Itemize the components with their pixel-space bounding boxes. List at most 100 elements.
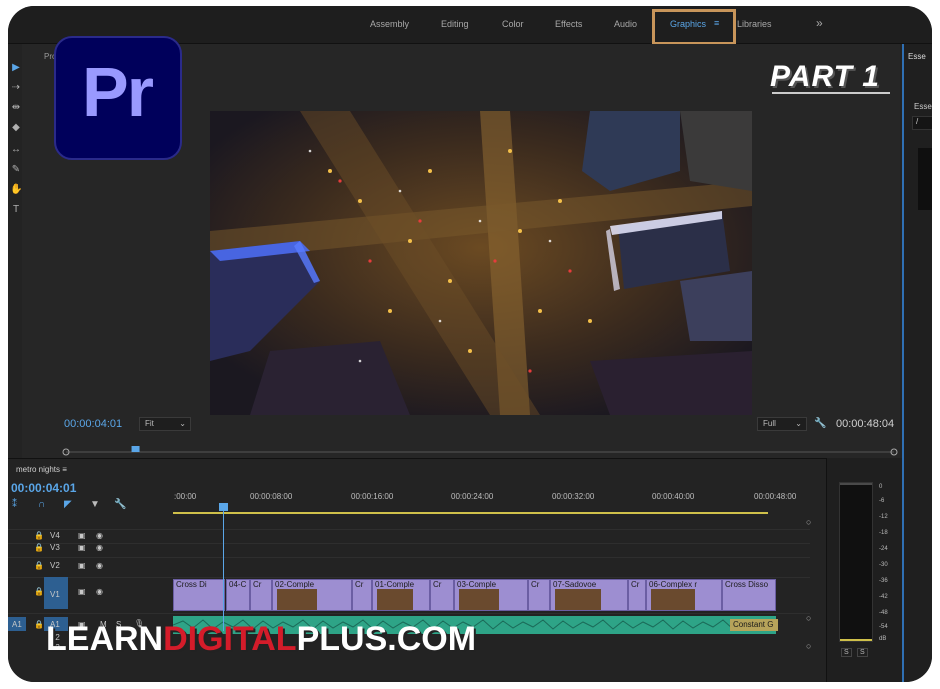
- linked-selection-icon[interactable]: ∩: [38, 499, 45, 510]
- premiere-pro-logo: Pr: [54, 36, 182, 160]
- film-icon[interactable]: ▣: [78, 543, 86, 552]
- track-label-v1[interactable]: V1: [50, 590, 60, 599]
- lock-icon[interactable]: 🔒: [34, 531, 44, 540]
- video-clip[interactable]: 04-C: [226, 579, 250, 611]
- meter-scale-label: -42: [879, 594, 888, 600]
- meter-solo-button[interactable]: S: [857, 648, 868, 657]
- track-label-v2[interactable]: V2: [50, 561, 60, 570]
- video-clip[interactable]: 06-Complex r: [646, 579, 722, 611]
- sequence-name: metro nights: [16, 465, 61, 474]
- audio-meters: 0 -6 -12 -18 -24 -30 -36 -42 -48 -54 dB …: [826, 458, 902, 682]
- source-patch-label[interactable]: A1: [12, 620, 22, 629]
- eye-icon[interactable]: ◉: [96, 561, 103, 570]
- track-select-tool-icon[interactable]: ⇢: [10, 82, 22, 94]
- ruler-tick-label: 00:00:08:00: [250, 492, 293, 501]
- workspace-tab-audio[interactable]: Audio: [614, 19, 637, 29]
- workspace-tab-effects[interactable]: Effects: [555, 19, 582, 29]
- transition-clip[interactable]: Cross Disso: [722, 579, 776, 611]
- duration-timecode: 00:00:48:04: [836, 418, 895, 430]
- timeline-settings-icon[interactable]: 🔧: [114, 499, 126, 510]
- eye-icon[interactable]: ◉: [96, 587, 103, 596]
- meter-scale-label: -18: [879, 530, 888, 536]
- slip-tool-icon[interactable]: ↔: [10, 144, 22, 156]
- razor-tool-icon[interactable]: ◆: [10, 122, 22, 134]
- audio-meter-bar: [839, 482, 873, 642]
- meter-scale-label: 0: [879, 484, 883, 490]
- transition-clip[interactable]: Cr: [250, 579, 272, 611]
- track-label-v3[interactable]: V3: [50, 543, 60, 552]
- workspace-tab-libraries[interactable]: Libraries: [737, 19, 772, 29]
- film-icon[interactable]: ▣: [78, 587, 86, 596]
- workspace-tab-assembly[interactable]: Assembly: [370, 19, 409, 29]
- workspace-tab-graphics[interactable]: Graphics: [670, 19, 706, 29]
- scroll-handle-icon[interactable]: ○: [806, 517, 811, 527]
- lock-icon[interactable]: 🔒: [34, 543, 44, 552]
- audio-transition[interactable]: Constant G: [730, 619, 778, 631]
- meter-scale-label: -12: [879, 514, 888, 520]
- ruler-tick-label: 00:00:24:00: [451, 492, 494, 501]
- timeline-playhead[interactable]: [219, 503, 228, 511]
- film-icon[interactable]: ▣: [78, 561, 86, 570]
- scroll-handle-icon[interactable]: ○: [806, 641, 811, 651]
- workspace-tab-editing[interactable]: Editing: [441, 19, 469, 29]
- meter-scale-label: -36: [879, 578, 888, 584]
- panel-tab-label[interactable]: Esse: [908, 52, 926, 61]
- part-underline: [772, 92, 890, 94]
- marker-icon[interactable]: ▼: [90, 499, 100, 510]
- timeline-timecode[interactable]: 00:00:04:01: [11, 481, 76, 495]
- zoom-level-value: Fit: [145, 419, 154, 428]
- monitor-scrub-bar[interactable]: [62, 446, 898, 456]
- add-marker-timeline-icon[interactable]: ◤: [64, 499, 72, 510]
- eye-icon[interactable]: ◉: [96, 531, 103, 540]
- video-clip[interactable]: 03-Comple: [454, 579, 528, 611]
- video-clip[interactable]: 02-Comple: [272, 579, 352, 611]
- transition-clip[interactable]: Cr: [628, 579, 646, 611]
- workspace-menu-icon[interactable]: ≡: [714, 18, 719, 28]
- workspace-tab-color[interactable]: Color: [502, 19, 524, 29]
- hand-tool-icon[interactable]: ✋: [10, 184, 22, 196]
- playback-resolution-value: Full: [763, 419, 776, 428]
- zoom-level-select[interactable]: Fit ⌄: [139, 417, 191, 431]
- timeline-playhead-line: [223, 503, 224, 631]
- ruler-tick-label: 00:00:16:00: [351, 492, 394, 501]
- eye-icon[interactable]: ◉: [96, 543, 103, 552]
- scroll-handle-icon[interactable]: ○: [806, 613, 811, 623]
- snap-icon[interactable]: ⁑: [12, 499, 17, 510]
- video-clip[interactable]: 07-Sadovoe: [550, 579, 628, 611]
- transition-clip[interactable]: Cr: [430, 579, 454, 611]
- lock-icon[interactable]: 🔒: [34, 587, 44, 596]
- playback-resolution-select[interactable]: Full ⌄: [757, 417, 807, 431]
- ruler-tick-label: :00:00: [174, 492, 197, 501]
- pen-tool-icon[interactable]: ✎: [10, 164, 22, 176]
- meter-solo-button[interactable]: S: [841, 648, 852, 657]
- tools-panel: ▶ ⇢ ⇹ ◆ ↔ ✎ ✋ T: [8, 52, 22, 452]
- part-title: PART 1: [770, 60, 880, 93]
- type-tool-icon[interactable]: T: [10, 204, 22, 216]
- panel-path-field[interactable]: /: [912, 116, 932, 130]
- track-divider: [8, 613, 810, 614]
- lock-icon[interactable]: 🔒: [34, 561, 44, 570]
- premiere-pro-badge-text: Pr: [82, 53, 154, 131]
- panel-menu-icon[interactable]: ≡: [62, 465, 67, 474]
- work-area-bar[interactable]: [173, 512, 768, 514]
- chevron-down-icon: ⌄: [795, 419, 802, 428]
- selection-tool-icon[interactable]: ▶: [10, 62, 22, 74]
- sequence-tab[interactable]: metro nights ≡: [16, 465, 67, 474]
- lock-icon[interactable]: 🔒: [34, 620, 44, 629]
- transition-clip[interactable]: Cr: [352, 579, 372, 611]
- more-workspaces-icon[interactable]: »: [816, 16, 823, 30]
- video-clip[interactable]: 01-Comple: [372, 579, 430, 611]
- monitor-playhead[interactable]: [131, 446, 140, 452]
- track-label-v4[interactable]: V4: [50, 531, 60, 540]
- transition-clip[interactable]: Cross Di: [173, 579, 225, 611]
- transition-clip[interactable]: Cr: [528, 579, 550, 611]
- playhead-timecode[interactable]: 00:00:04:01: [64, 418, 122, 430]
- panel-section-label: Esse: [914, 102, 932, 111]
- essential-graphics-panel: Esse Esse /: [902, 44, 932, 682]
- film-icon[interactable]: ▣: [78, 531, 86, 540]
- meter-scale-label: -54: [879, 624, 888, 630]
- settings-wrench-icon[interactable]: 🔧: [814, 418, 826, 429]
- ripple-edit-tool-icon[interactable]: ⇹: [10, 102, 22, 114]
- aerial-city-night-image: [210, 111, 752, 415]
- ruler-tick-label: 00:00:48:00: [754, 492, 797, 501]
